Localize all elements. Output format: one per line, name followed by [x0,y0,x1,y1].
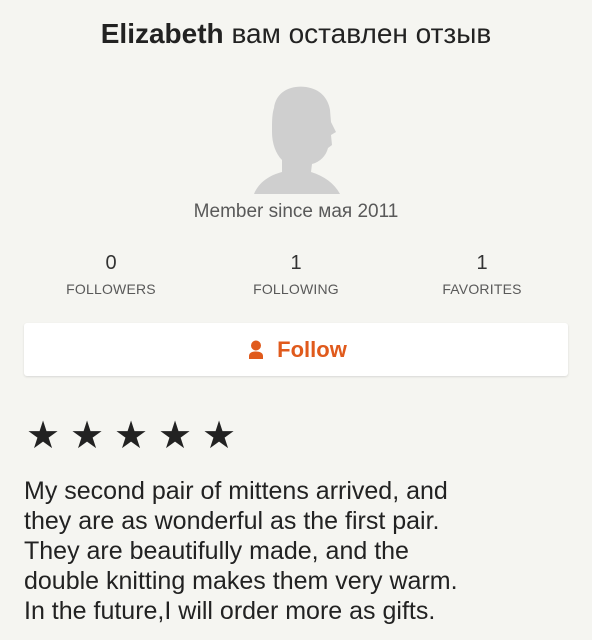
star-icon: ★ [70,415,105,457]
reviewer-name[interactable]: Elizabeth [101,18,224,49]
followers-label: FOLLOWERS [66,281,156,297]
stat-favorites[interactable]: 1 FAVORITES [402,251,562,297]
following-count: 1 [290,252,302,274]
review-line: In the future,I will order more as gifts… [24,597,436,625]
follow-label: Follow [277,336,347,362]
followers-count: 0 [105,252,117,274]
review-line: My second pair of mittens arrived, and [24,477,448,505]
stat-following[interactable]: 1 FOLLOWING [216,251,376,297]
follow-button[interactable]: Follow [24,323,568,376]
star-icon: ★ [158,415,193,457]
review-line: they are as wonderful as the first pair. [24,507,440,535]
star-rating: ★ ★ ★ ★ ★ [26,416,246,456]
review-text: My second pair of mittens arrived, and t… [24,476,576,626]
star-icon: ★ [26,415,61,457]
member-since: Member since мая 2011 [193,201,399,222]
user-silhouette-icon [254,86,340,194]
favorites-label: FAVORITES [442,281,522,297]
stat-followers[interactable]: 0 FOLLOWERS [31,251,191,297]
review-line: They are beautifully made, and the [24,537,409,565]
page-title: Elizabeth вам оставлен отзыв [0,16,592,52]
star-icon: ★ [202,415,237,457]
review-line: double knitting makes them very warm. [24,567,458,595]
title-suffix: вам оставлен отзыв [231,18,492,49]
avatar[interactable] [254,82,340,194]
person-icon [245,339,267,361]
star-icon: ★ [114,415,149,457]
favorites-count: 1 [476,252,488,274]
following-label: FOLLOWING [253,281,339,297]
